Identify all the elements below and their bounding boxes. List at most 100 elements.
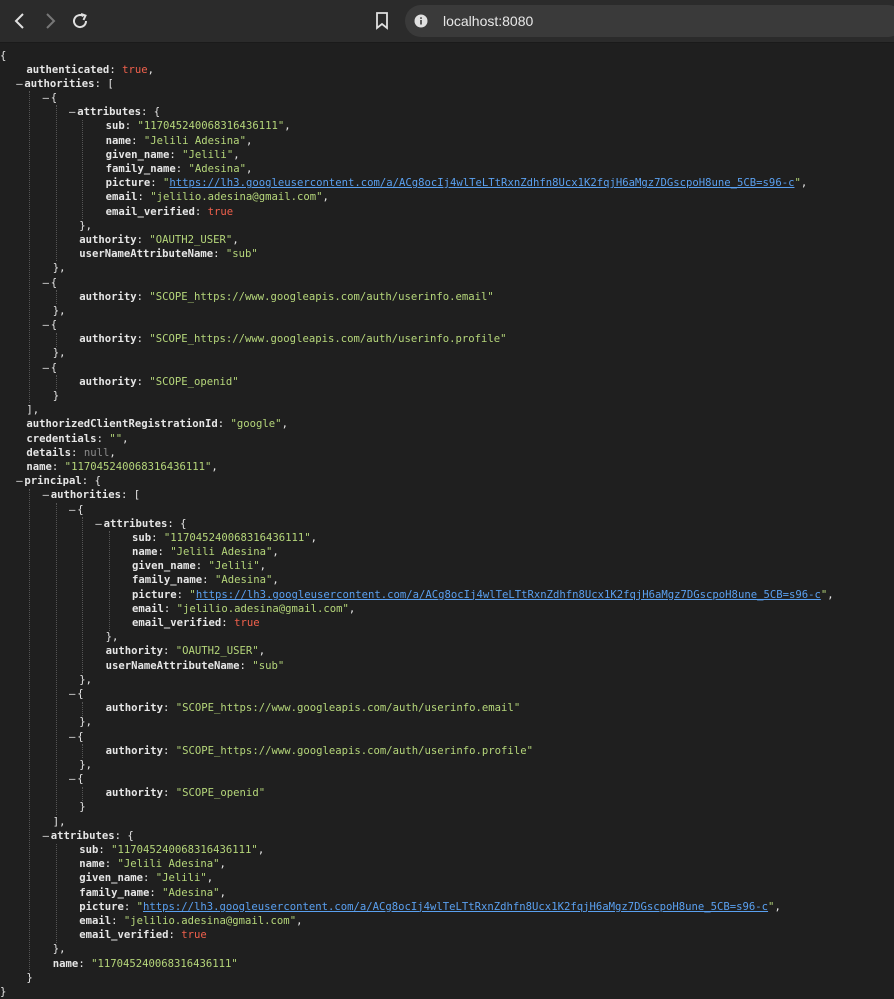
json-link[interactable]: https://lh3.googleusercontent.com/a/ACg8… xyxy=(196,589,821,601)
collapse-toggle-icon[interactable]: – xyxy=(41,91,51,105)
json-punctuation: : xyxy=(104,858,118,871)
json-line: } xyxy=(0,971,894,985)
json-key: email_verified xyxy=(105,205,195,218)
json-string-text: Jelili xyxy=(162,872,201,885)
json-link[interactable]: https://lh3.googleusercontent.com/a/ACg8… xyxy=(169,177,794,189)
json-key: family_name xyxy=(105,163,176,175)
collapse-toggle-icon[interactable]: – xyxy=(41,361,51,375)
json-punctuation: , xyxy=(233,148,240,161)
json-link[interactable]: https://lh3.googleusercontent.com/a/ACg8… xyxy=(143,901,768,913)
json-line: family_name: "Adesina", xyxy=(0,162,894,176)
json-line: authorizedClientRegistrationId: "google"… xyxy=(0,417,894,431)
json-viewer: {authenticated: true, – authorities: [–{– a… xyxy=(0,43,894,999)
json-string-text: 117045240068316436111 xyxy=(170,531,305,544)
json-line: – attributes: { xyxy=(0,105,894,119)
forward-button[interactable] xyxy=(37,8,63,34)
json-string-text: OAUTH2_USER xyxy=(155,233,226,246)
json-key: name xyxy=(105,134,132,147)
json-punctuation: : xyxy=(71,446,84,459)
json-line: userNameAttributeName: "sub" xyxy=(0,659,894,673)
json-punctuation: : xyxy=(140,106,154,119)
json-key: authorizedClientRegistrationId xyxy=(26,418,218,431)
indent-guide xyxy=(82,786,84,802)
collapse-toggle-icon[interactable]: – xyxy=(14,77,24,91)
indent-guide xyxy=(29,488,31,972)
json-close-bracket: ], xyxy=(26,404,40,417)
json-punctuation: : xyxy=(136,290,150,303)
json-line: given_name: "Jelili", xyxy=(0,148,894,162)
address-bar[interactable]: localhost:8080 xyxy=(405,5,894,37)
collapse-toggle-icon[interactable]: – xyxy=(67,503,77,517)
bookmark-button[interactable] xyxy=(369,8,395,34)
json-string-text: SCOPE_openid xyxy=(182,787,259,800)
json-string-text: Jelili xyxy=(214,560,254,573)
json-key: given_name xyxy=(79,872,143,885)
json-string-value: "117045240068316436111" xyxy=(111,844,258,856)
json-line: } xyxy=(0,800,894,814)
json-line: }, xyxy=(0,630,894,644)
json-line: name: "Jelili Adesina", xyxy=(0,857,894,871)
forward-arrow-icon xyxy=(43,13,57,29)
reload-button[interactable] xyxy=(67,8,93,34)
json-open-bracket: { xyxy=(77,730,84,743)
json-string-value: "https://lh3.googleusercontent.com/a/ACg… xyxy=(136,900,775,913)
indent-guide xyxy=(108,531,110,631)
collapse-toggle-icon[interactable]: – xyxy=(67,105,77,119)
collapse-toggle-icon[interactable]: – xyxy=(41,829,51,843)
json-punctuation: , xyxy=(258,645,266,658)
json-punctuation: : xyxy=(136,375,150,388)
json-string-value: "Jelili" xyxy=(208,560,260,573)
json-punctuation: , xyxy=(232,233,239,246)
json-punctuation: , xyxy=(284,120,291,133)
json-key: email xyxy=(105,191,138,204)
json-punctuation: , xyxy=(259,560,266,573)
json-string-value: "jelilio.adesina@gmail.com" xyxy=(176,602,349,615)
json-string-text: Jelili xyxy=(188,148,227,161)
indent-guide xyxy=(55,375,57,390)
collapse-toggle-icon[interactable]: – xyxy=(67,730,77,744)
json-string-text: SCOPE_openid xyxy=(155,375,233,388)
collapse-toggle-icon[interactable]: – xyxy=(67,687,77,701)
bookmark-icon xyxy=(375,12,389,30)
json-string-text: 117045240068316436111 xyxy=(143,120,278,133)
site-info-icon[interactable] xyxy=(413,13,429,29)
back-button[interactable] xyxy=(7,8,33,34)
json-string-value: "SCOPE_https://www.googleapis.com/auth/u… xyxy=(149,290,494,303)
json-string-value: "jelilio.adesina@gmail.com" xyxy=(150,191,323,204)
json-punctuation: , xyxy=(296,914,303,927)
collapse-toggle-icon[interactable]: – xyxy=(14,474,24,488)
json-line: – authorities: [ xyxy=(0,77,894,91)
json-punctuation: : xyxy=(137,191,151,204)
json-key: authority xyxy=(79,333,137,346)
json-open-bracket: { xyxy=(50,319,58,332)
json-punctuation: , xyxy=(800,177,808,190)
json-punctuation: , xyxy=(219,858,226,871)
indent-guide xyxy=(55,105,57,262)
json-line: }, xyxy=(0,346,894,360)
json-open-bracket: { xyxy=(77,687,84,700)
json-punctuation: , xyxy=(257,844,265,856)
json-punctuation: : xyxy=(151,531,164,544)
collapse-toggle-icon[interactable]: – xyxy=(41,318,51,332)
json-punctuation: : xyxy=(142,872,156,885)
json-line: –{ xyxy=(0,361,894,375)
json-line: authority: "SCOPE_openid" xyxy=(0,786,894,800)
json-line: authority: "SCOPE_https://www.googleapis… xyxy=(0,744,894,758)
json-punctuation: : xyxy=(168,929,182,942)
json-string-value: "sub" xyxy=(225,248,258,261)
json-open-bracket: { xyxy=(50,361,58,374)
json-line: email_verified: true xyxy=(0,205,894,219)
json-punctuation: : xyxy=(213,248,226,261)
json-key: sub xyxy=(105,120,125,133)
json-line: }, xyxy=(0,715,894,729)
json-line: ], xyxy=(0,403,894,417)
json-line: }, xyxy=(0,673,894,687)
collapse-toggle-icon[interactable]: – xyxy=(67,772,77,786)
json-string-text: sub xyxy=(258,659,278,672)
collapse-toggle-icon[interactable]: – xyxy=(41,276,51,290)
json-key: name xyxy=(26,460,52,473)
collapse-toggle-icon[interactable]: – xyxy=(41,488,51,502)
json-string-text: 117045240068316436111 xyxy=(97,957,232,970)
json-key: userNameAttributeName xyxy=(79,248,214,261)
collapse-toggle-icon[interactable]: – xyxy=(94,517,104,531)
